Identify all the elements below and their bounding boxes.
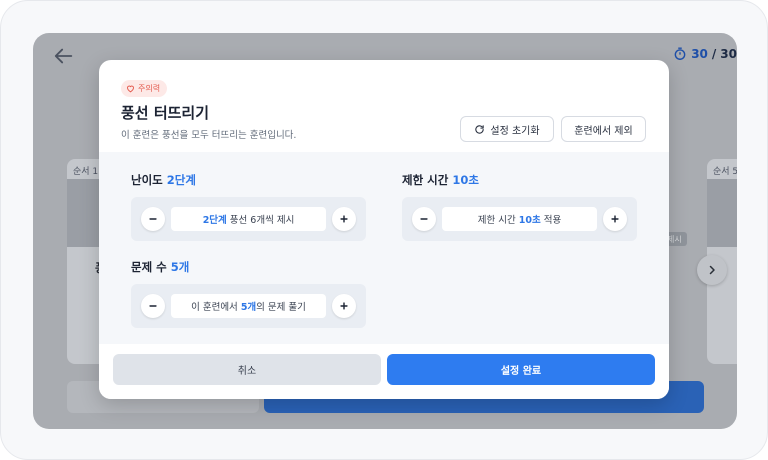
time-limit-display: 제한 시간 10초 적용 xyxy=(442,207,597,231)
timer-separator: / xyxy=(711,47,717,61)
refresh-icon xyxy=(475,124,485,134)
bg-card-order: 순서 5 xyxy=(713,167,737,177)
back-arrow-icon[interactable] xyxy=(53,45,75,67)
difficulty-stepper: 2단계 풍선 6개씩 제시 xyxy=(131,197,366,241)
plus-icon xyxy=(340,215,348,223)
difficulty-display-suffix: 풍선 6개씩 제시 xyxy=(229,215,295,226)
badge-label: 주의력 xyxy=(138,84,161,93)
time-limit-title: 제한 시간 xyxy=(402,173,449,187)
question-count-title: 문제 수 xyxy=(131,260,167,274)
difficulty-value: 2단계 xyxy=(166,173,196,187)
training-settings-modal: 주의력 풍선 터뜨리기 이 훈련은 풍선을 모두 터뜨리는 훈련입니다. 설정 … xyxy=(99,60,669,399)
exclude-training-button[interactable]: 훈련에서 제외 xyxy=(561,116,646,142)
difficulty-increase-button[interactable] xyxy=(332,207,356,231)
question-count-increase-button[interactable] xyxy=(332,294,356,318)
time-limit-label: 제한 시간 10초 xyxy=(402,172,637,188)
time-limit-increase-button[interactable] xyxy=(603,207,627,231)
difficulty-setting: 난이도 2단계 2단계 풍선 6개씩 제시 xyxy=(131,172,366,241)
confirm-settings-button[interactable]: 설정 완료 xyxy=(387,354,655,385)
time-limit-setting: 제한 시간 10초 제한 시간 10초 적용 xyxy=(402,172,637,241)
timer: 30/30 xyxy=(673,47,737,61)
timer-total: 30 xyxy=(720,47,737,61)
heart-icon xyxy=(127,85,134,93)
bg-card-image xyxy=(707,179,737,247)
timer-current: 30 xyxy=(691,47,708,61)
time-limit-display-suffix: 적용 xyxy=(543,215,562,226)
difficulty-label: 난이도 2단계 xyxy=(131,172,366,188)
time-limit-display-value: 10초 xyxy=(518,215,541,226)
difficulty-decrease-button[interactable] xyxy=(141,207,165,231)
modal-description: 이 훈련은 풍선을 모두 터뜨리는 훈련입니다. xyxy=(121,130,297,141)
plus-icon xyxy=(611,215,619,223)
difficulty-title: 난이도 xyxy=(131,173,163,187)
question-count-display: 이 훈련에서 5개 의 문제 풀기 xyxy=(171,294,326,318)
time-limit-display-prefix: 제한 시간 xyxy=(477,215,516,226)
exclude-training-label: 훈련에서 제외 xyxy=(574,125,633,137)
modal-header: 주의력 풍선 터뜨리기 이 훈련은 풍선을 모두 터뜨리는 훈련입니다. 설정 … xyxy=(99,60,669,152)
settings-panel: 난이도 2단계 2단계 풍선 6개씩 제시 제한 시간 10초 제한 시간 10초 적용 xyxy=(99,152,669,344)
modal-footer: 취소 설정 완료 xyxy=(99,344,669,399)
modal-title: 풍선 터뜨리기 xyxy=(121,104,210,122)
question-count-display-prefix: 이 훈련에서 xyxy=(191,302,238,313)
question-count-decrease-button[interactable] xyxy=(141,294,165,318)
difficulty-display: 2단계 풍선 6개씩 제시 xyxy=(171,207,326,231)
time-limit-value: 10초 xyxy=(452,173,479,187)
time-limit-decrease-button[interactable] xyxy=(412,207,436,231)
question-count-display-value: 5개 xyxy=(240,302,257,313)
chevron-right-icon xyxy=(709,265,715,275)
reset-settings-button[interactable]: 설정 초기화 xyxy=(460,116,554,142)
minus-icon xyxy=(149,218,157,220)
minus-icon xyxy=(149,305,157,307)
time-limit-stepper: 제한 시간 10초 적용 xyxy=(402,197,637,241)
minus-icon xyxy=(420,218,428,220)
cancel-button[interactable]: 취소 xyxy=(113,354,381,385)
question-count-value: 5개 xyxy=(170,260,190,274)
question-count-label: 문제 수 5개 xyxy=(131,259,366,275)
difficulty-display-value: 2단계 xyxy=(202,215,227,226)
reset-settings-label: 설정 초기화 xyxy=(490,125,540,137)
question-count-stepper: 이 훈련에서 5개 의 문제 풀기 xyxy=(131,284,366,328)
category-badge: 주의력 xyxy=(121,80,168,97)
plus-icon xyxy=(340,302,348,310)
question-count-display-suffix: 의 문제 풀기 xyxy=(256,302,306,313)
next-page-button[interactable] xyxy=(697,255,727,285)
question-count-setting: 문제 수 5개 이 훈련에서 5개 의 문제 풀기 xyxy=(131,259,366,328)
stopwatch-icon xyxy=(674,47,686,60)
